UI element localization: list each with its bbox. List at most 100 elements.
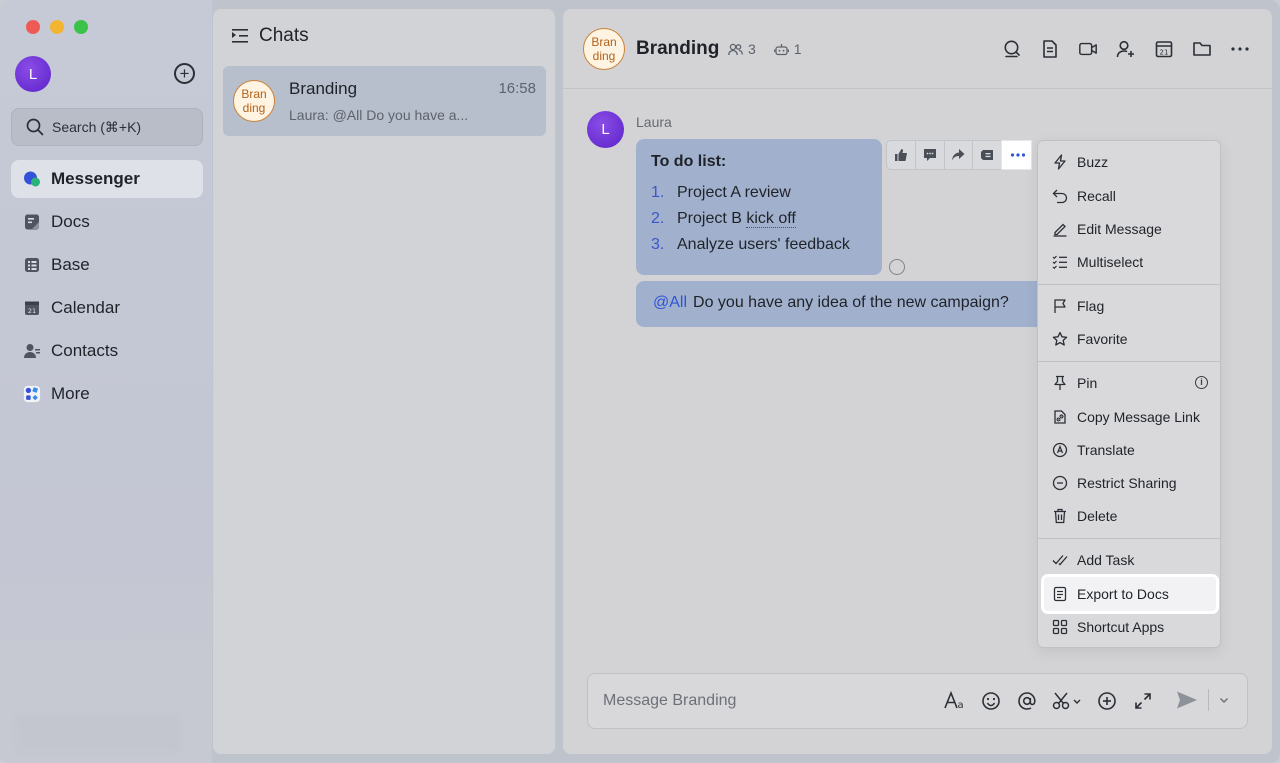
- folder-icon[interactable]: [1192, 39, 1212, 59]
- search-placeholder: Search (⌘+K): [52, 118, 142, 135]
- create-new-button[interactable]: +: [174, 63, 195, 84]
- sidebar: L + Search (⌘+K) Messenger Docs Base 21 …: [0, 0, 212, 763]
- menu-item-label: Recall: [1077, 188, 1116, 204]
- menu-item-delete[interactable]: Delete: [1044, 501, 1216, 531]
- menu-item-label: Restrict Sharing: [1077, 475, 1177, 491]
- reply-icon[interactable]: [916, 141, 945, 169]
- sidebar-item-calendar[interactable]: 21 Calendar: [11, 289, 203, 327]
- message-text: Do you have any idea of the new campaign…: [693, 294, 1009, 311]
- sidebar-item-label: Base: [51, 255, 90, 274]
- menu-item-edit-message[interactable]: Edit Message: [1044, 214, 1216, 244]
- menu-divider: [1038, 361, 1220, 362]
- menu-item-flag[interactable]: Flag: [1044, 291, 1216, 321]
- sidebar-item-base[interactable]: Base: [11, 246, 203, 284]
- add-member-icon[interactable]: [1116, 39, 1136, 59]
- video-call-icon[interactable]: [1078, 39, 1098, 59]
- conversation-meta: 3 1: [728, 41, 802, 57]
- members-icon: [728, 43, 743, 55]
- sidebar-item-label: Docs: [51, 212, 90, 231]
- chat-avatar: Bran ding: [233, 80, 275, 122]
- menu-item-buzz[interactable]: Buzz: [1044, 147, 1216, 177]
- calendar-icon[interactable]: 21: [1154, 39, 1174, 59]
- grid-icon: [1052, 619, 1068, 635]
- read-status-icon[interactable]: [889, 259, 905, 275]
- flag-icon: [1052, 298, 1068, 314]
- menu-item-restrict-sharing[interactable]: Restrict Sharing: [1044, 468, 1216, 498]
- header-toolbar: 21: [1002, 39, 1250, 59]
- menu-item-label: Translate: [1077, 442, 1135, 458]
- send-group: [1176, 689, 1229, 711]
- menu-item-translate[interactable]: Translate: [1044, 435, 1216, 465]
- menu-item-pin[interactable]: Pin i: [1044, 368, 1216, 398]
- member-count[interactable]: 3: [728, 41, 756, 57]
- thumbs-up-icon[interactable]: [887, 141, 916, 169]
- sidebar-item-contacts[interactable]: Contacts: [11, 332, 203, 370]
- more-actions-button[interactable]: [1001, 140, 1032, 170]
- sidebar-item-docs[interactable]: Docs: [11, 203, 203, 241]
- sender-avatar[interactable]: L: [587, 111, 624, 148]
- sender-name[interactable]: Laura: [636, 114, 672, 130]
- menu-item-copy-message-link[interactable]: Copy Message Link: [1044, 402, 1216, 432]
- sidebar-item-label: Contacts: [51, 341, 119, 360]
- list-number: 3.: [651, 236, 665, 253]
- sidebar-item-messenger[interactable]: Messenger: [11, 160, 203, 198]
- menu-item-add-task[interactable]: Add Task: [1044, 545, 1216, 575]
- menu-item-export-to-docs[interactable]: Export to Docs: [1044, 577, 1216, 611]
- doc-icon[interactable]: [1040, 39, 1060, 59]
- menu-item-label: Pin: [1077, 375, 1098, 391]
- info-icon[interactable]: i: [1195, 376, 1208, 389]
- sidebar-item-more[interactable]: More: [11, 375, 203, 413]
- menu-item-label: Add Task: [1077, 552, 1135, 568]
- dictionary-term[interactable]: kick off: [746, 210, 796, 228]
- composer-placeholder: Message Branding: [603, 692, 737, 709]
- bot-count[interactable]: 1: [773, 41, 802, 57]
- menu-item-label: Buzz: [1077, 154, 1109, 170]
- conversation-title[interactable]: Branding: [636, 38, 719, 60]
- forward-icon[interactable]: [945, 141, 974, 169]
- menu-item-label: Edit Message: [1077, 221, 1162, 237]
- menu-item-favorite[interactable]: Favorite: [1044, 324, 1216, 354]
- list-item: 2. Project B kick off: [651, 210, 867, 236]
- menu-item-multiselect[interactable]: Multiselect: [1044, 247, 1216, 277]
- plus-icon[interactable]: [1096, 689, 1118, 713]
- list-number: 2.: [651, 210, 665, 227]
- minimize-window-button[interactable]: [50, 20, 64, 34]
- list-text-a: Project B: [677, 210, 747, 227]
- chat-list-header: Chats: [231, 25, 309, 47]
- search-icon[interactable]: [1002, 39, 1022, 59]
- format-text-icon[interactable]: a: [944, 689, 966, 713]
- todo-title: To do list:: [651, 153, 727, 170]
- menu-divider: [1038, 538, 1220, 539]
- message-bubble-todo[interactable]: To do list: 1. Project A review 2. Proje…: [636, 139, 882, 275]
- more-icon[interactable]: [1230, 39, 1250, 59]
- emoji-icon[interactable]: [980, 689, 1002, 713]
- more-icon: [1010, 153, 1025, 157]
- user-avatar[interactable]: L: [15, 56, 51, 92]
- menu-item-shortcut-apps[interactable]: Shortcut Apps: [1044, 612, 1216, 642]
- zoom-window-button[interactable]: [74, 20, 88, 34]
- window-controls: [26, 20, 88, 34]
- close-window-button[interactable]: [26, 20, 40, 34]
- mention-icon[interactable]: [1016, 689, 1038, 713]
- link-icon: [1052, 409, 1068, 425]
- search-box[interactable]: Search (⌘+K): [11, 108, 203, 146]
- message-composer[interactable]: Message Branding a: [587, 673, 1248, 729]
- chat-time: 16:58: [498, 80, 536, 97]
- search-icon: [26, 118, 44, 136]
- chat-list-item[interactable]: Bran ding Branding 16:58 Laura: @All Do …: [223, 66, 546, 136]
- screenshot-icon[interactable]: [1052, 689, 1082, 713]
- collapse-list-icon[interactable]: [231, 28, 249, 44]
- sidebar-item-label: More: [51, 384, 90, 403]
- message-context-menu: Buzz Recall Edit Message Multiselect Fla…: [1037, 140, 1221, 648]
- menu-item-recall[interactable]: Recall: [1044, 181, 1216, 211]
- expand-icon[interactable]: [1132, 689, 1154, 713]
- chevron-down-icon[interactable]: [1219, 696, 1229, 704]
- mention-all[interactable]: @All: [653, 294, 687, 311]
- list-text: Project A review: [677, 184, 791, 201]
- message-bubble-question[interactable]: @All Do you have any idea of the new camp…: [636, 281, 1056, 327]
- group-avatar[interactable]: Bran ding: [583, 28, 625, 70]
- quote-icon[interactable]: [973, 141, 1003, 169]
- sidebar-item-label: Messenger: [51, 169, 140, 188]
- member-count-value: 3: [748, 41, 756, 57]
- send-icon[interactable]: [1176, 690, 1198, 710]
